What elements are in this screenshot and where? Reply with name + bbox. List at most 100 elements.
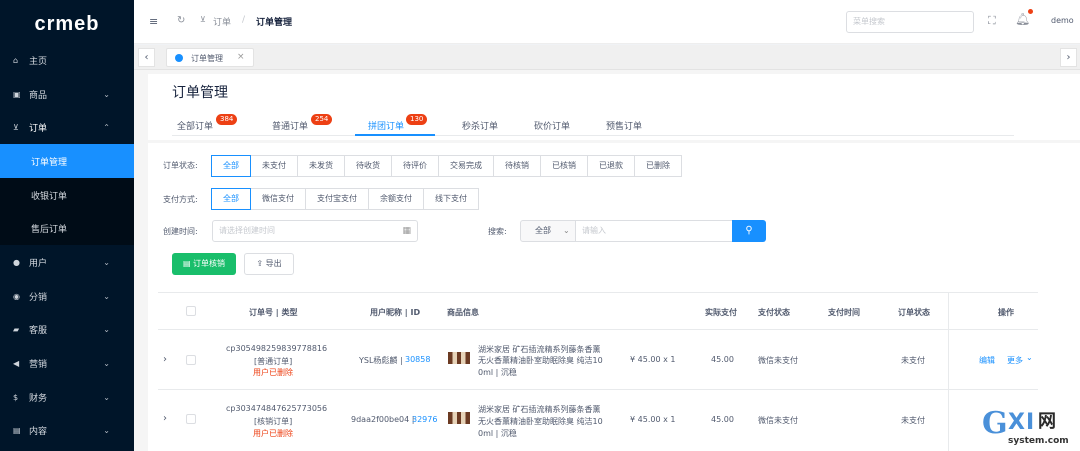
status-option[interactable]: 未发货 bbox=[297, 155, 345, 177]
status-option[interactable]: 已退款 bbox=[587, 155, 635, 177]
sidebar-item-marketing[interactable]: ◀ 营销 ⌄ bbox=[0, 346, 134, 380]
sidebar-item-finance[interactable]: $ 财务 ⌄ bbox=[0, 380, 134, 414]
status-option[interactable]: 待收货 bbox=[344, 155, 392, 177]
search-scope-select[interactable]: 全部 ⌄ bbox=[520, 220, 576, 242]
row-checkbox[interactable] bbox=[186, 414, 196, 424]
sidebar-item-distribution[interactable]: ◉ 分销 ⌄ bbox=[0, 279, 134, 313]
pay-option[interactable]: 微信支付 bbox=[250, 188, 306, 210]
export-label: 导出 bbox=[265, 259, 282, 268]
search-label: 搜索: bbox=[488, 227, 507, 236]
tab-all-orders[interactable]: 全部订单 bbox=[177, 119, 213, 132]
status-option[interactable]: 待评价 bbox=[391, 155, 439, 177]
sidebar-item-order[interactable]: ⊻ 订单 ⌃ bbox=[0, 110, 134, 144]
col-user: 用户昵称 | ID bbox=[370, 308, 421, 317]
fullscreen-icon[interactable]: ⛶ bbox=[988, 14, 996, 28]
service-icon: ▰ bbox=[13, 324, 20, 334]
pay-filter-label: 支付方式: bbox=[163, 195, 198, 204]
chevron-down-icon: ⌄ bbox=[563, 226, 570, 235]
status-option[interactable]: 已删除 bbox=[634, 155, 682, 177]
order-type: [普通订单] bbox=[254, 357, 293, 366]
tag-order-manage[interactable]: 订单管理 × bbox=[166, 48, 254, 67]
pay-option[interactable]: 全部 bbox=[211, 188, 251, 210]
col-pay-status: 支付状态 bbox=[758, 308, 790, 317]
create-time-picker[interactable]: 请选择创建时间 ▦ bbox=[212, 220, 418, 242]
search-scope-value: 全部 bbox=[535, 226, 551, 235]
pay-option[interactable]: 线下支付 bbox=[423, 188, 479, 210]
expand-row-icon[interactable]: › bbox=[163, 354, 167, 365]
user-nickname: YSL杨彪麟 | bbox=[359, 356, 403, 365]
sidebar-item-label: 客服 bbox=[29, 325, 48, 336]
site-watermark: G XI 网 system.com bbox=[982, 406, 1069, 447]
chevron-down-icon: ⌄ bbox=[103, 89, 110, 99]
edit-link[interactable]: 编辑 bbox=[979, 355, 995, 366]
menu-search-input[interactable]: 菜单搜索 bbox=[846, 11, 974, 33]
chevron-up-icon: ⌃ bbox=[103, 122, 110, 132]
sidebar-item-goods[interactable]: ▣ 商品 ⌄ bbox=[0, 77, 134, 111]
search-button[interactable]: ⚲ bbox=[732, 220, 766, 242]
pay-option[interactable]: 余额支付 bbox=[368, 188, 424, 210]
status-option[interactable]: 待核销 bbox=[493, 155, 541, 177]
search-placeholder: 请输入 bbox=[582, 226, 606, 235]
menu-search-placeholder: 菜单搜索 bbox=[853, 17, 885, 26]
sidebar-item-user[interactable]: ● 用户 ⌄ bbox=[0, 245, 134, 279]
goods-name-line: 无火香薰精油卧室助眠除臭 纯洁10 bbox=[478, 417, 603, 426]
col-actions: 操作 bbox=[998, 308, 1014, 317]
refresh-icon[interactable]: ↻ bbox=[177, 15, 185, 26]
pay-status: 微信未支付 bbox=[758, 416, 798, 425]
create-time-placeholder: 请选择创建时间 bbox=[219, 226, 275, 235]
status-option[interactable]: 已核销 bbox=[540, 155, 588, 177]
user-icon: ● bbox=[13, 257, 20, 267]
sidebar-item-label: 内容 bbox=[29, 426, 48, 437]
verify-order-button[interactable]: ▤ 订单核销 bbox=[172, 253, 236, 275]
search-input[interactable]: 请输入 bbox=[575, 220, 733, 242]
user-id-link[interactable]: 30858 bbox=[405, 355, 430, 364]
tab-group-orders[interactable]: 拼团订单 bbox=[368, 119, 404, 132]
menu-collapse-icon[interactable]: ≡ bbox=[149, 15, 158, 28]
sidebar-item-order-manage[interactable]: 订单管理 bbox=[0, 144, 134, 178]
home-icon: ⌂ bbox=[13, 55, 19, 65]
sidebar-item-service[interactable]: ▰ 客服 ⌄ bbox=[0, 312, 134, 346]
user-nickname: 9daa2f00be04 | bbox=[351, 415, 415, 424]
finance-icon: $ bbox=[13, 392, 19, 402]
order-type: [核销订单] bbox=[254, 417, 293, 426]
cart-icon: ⊻ bbox=[13, 122, 19, 132]
tab-presale-orders[interactable]: 预售订单 bbox=[606, 119, 642, 132]
tab-normal-orders[interactable]: 普通订单 bbox=[272, 119, 308, 132]
status-option[interactable]: 交易完成 bbox=[438, 155, 494, 177]
paid-amount: 45.00 bbox=[711, 415, 734, 424]
bell-icon[interactable]: 🔔︎ bbox=[1015, 12, 1030, 26]
pay-option[interactable]: 支付宝支付 bbox=[305, 188, 369, 210]
tab-seckill-orders[interactable]: 秒杀订单 bbox=[462, 119, 498, 132]
col-goods: 商品信息 bbox=[447, 308, 479, 317]
select-all-checkbox[interactable] bbox=[186, 306, 196, 316]
pay-filter-group: 全部 微信支付 支付宝支付 余额支付 线下支付 bbox=[211, 188, 479, 210]
active-dot-icon bbox=[175, 54, 183, 62]
product-thumbnail bbox=[448, 412, 470, 424]
sidebar-item-content[interactable]: ▤ 内容 ⌄ bbox=[0, 413, 134, 447]
order-status: 未支付 bbox=[901, 356, 925, 365]
more-link[interactable]: 更多 bbox=[1007, 355, 1023, 366]
col-order-no: 订单号 | 类型 bbox=[249, 308, 298, 317]
product-thumbnail bbox=[448, 352, 470, 364]
close-icon[interactable]: × bbox=[237, 52, 245, 62]
breadcrumb-parent[interactable]: 订单 bbox=[213, 15, 231, 28]
order-status: 未支付 bbox=[901, 416, 925, 425]
sidebar-item-aftersale-order[interactable]: 售后订单 bbox=[0, 211, 134, 245]
verify-icon: ▤ bbox=[182, 259, 191, 268]
username[interactable]: demo bbox=[1051, 16, 1074, 25]
sidebar-item-label: 营销 bbox=[29, 359, 48, 370]
tab-bargain-orders[interactable]: 砍价订单 bbox=[534, 119, 570, 132]
sidebar-item-label: 订单 bbox=[29, 123, 48, 134]
marketing-icon: ◀ bbox=[13, 358, 20, 368]
sidebar-item-home[interactable]: ⌂ 主页 bbox=[0, 43, 134, 77]
status-option[interactable]: 全部 bbox=[211, 155, 251, 177]
row-checkbox[interactable] bbox=[186, 355, 196, 365]
status-option[interactable]: 未支付 bbox=[250, 155, 298, 177]
export-button[interactable]: ⇪ 导出 bbox=[244, 253, 294, 275]
tags-scroll-left-icon[interactable]: ‹ bbox=[138, 48, 155, 67]
sidebar-item-cashier-order[interactable]: 收银订单 bbox=[0, 178, 134, 212]
expand-row-icon[interactable]: › bbox=[163, 413, 167, 424]
tags-scroll-right-icon[interactable]: › bbox=[1060, 48, 1077, 67]
user-id-link[interactable]: 32976 bbox=[412, 415, 437, 424]
order-number: cp303474847625773056 bbox=[226, 404, 328, 413]
